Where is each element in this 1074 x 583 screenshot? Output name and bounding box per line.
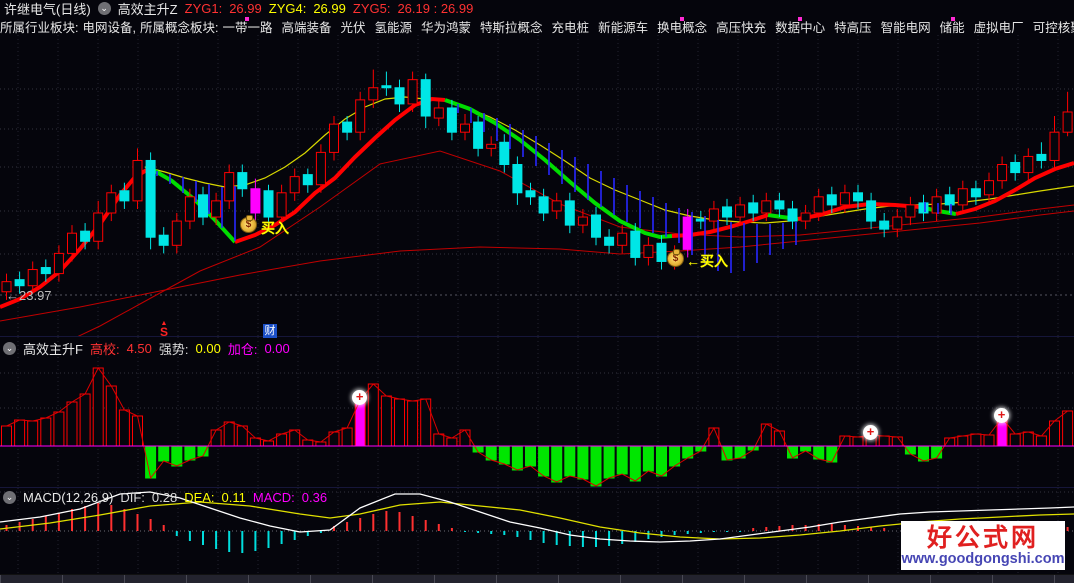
panel2-f1-label: 高校: <box>89 342 120 357</box>
finance-report-flag[interactable]: 财 <box>263 324 277 338</box>
macd-header: ⌄ MACD(12,26,9) DIF: 0.28 DEA: 0.11 MACD… <box>0 490 327 505</box>
sector-tag[interactable]: 充电桩 <box>552 21 590 35</box>
watermark-url[interactable]: www.goodgongshi.com <box>902 551 1065 567</box>
panel2-f2-label: 强势: <box>158 342 189 357</box>
watermark-title: 好公式网 <box>926 523 1039 552</box>
zyg5-value: 26.19 : 26.99 <box>397 1 474 16</box>
concept-tag-list: 一带一路 高端装备 光伏 氢能源 华为鸿蒙 特斯拉概念 充电桩 新能源车 换电概念 高压快充 数据中… <box>222 17 1074 35</box>
watermark-badge[interactable]: 好公式网 www.goodgongshi.com <box>901 521 1065 570</box>
moneybag-icon: $ <box>240 215 257 233</box>
sell-flag-marker: ▲ S <box>160 320 169 339</box>
low-price-label: ←23.97 <box>6 288 52 303</box>
macd-name: MACD(12,26,9) <box>23 490 114 505</box>
sector-tag[interactable]: 高端装备 <box>281 21 331 35</box>
panel2-f2-value: 0.00 <box>195 341 221 356</box>
zyg4-label: ZYG4: <box>268 1 307 16</box>
sector-tag[interactable]: 换电概念 <box>657 21 707 35</box>
sector-tag[interactable]: 一带一路 <box>222 21 272 35</box>
candlestick-canvas[interactable] <box>0 35 1074 336</box>
panel2-f1-value: 4.50 <box>126 341 152 356</box>
buy-signal-label-2: ←买入 <box>686 253 728 269</box>
sector-tag[interactable]: 可控核聚变 <box>1033 21 1074 35</box>
sector-tag[interactable]: 高压快充 <box>716 21 766 35</box>
sector-tag[interactable]: 智能电网 <box>881 21 931 35</box>
sector-tag[interactable]: 特斯拉概念 <box>480 21 543 35</box>
sector-tag[interactable]: 虚拟电厂 <box>974 21 1024 35</box>
main-price-chart[interactable] <box>0 35 1074 337</box>
industry-label: 所属行业板块: <box>0 20 79 35</box>
panel2-f3-value: 0.00 <box>264 341 290 356</box>
indicator-name: 高效主升Z <box>117 2 178 17</box>
sector-tag[interactable]: 储能 <box>940 21 965 35</box>
histogram-canvas[interactable] <box>0 337 1074 487</box>
zyg4-value: 26.99 <box>313 1 346 16</box>
add-position-medal-icon: + <box>994 408 1010 423</box>
sector-tag[interactable]: 数据中心 <box>775 21 825 35</box>
add-position-medal-icon: + <box>863 425 879 440</box>
macd-value-label: MACD: <box>252 490 295 505</box>
sector-tag[interactable]: 华为鸿蒙 <box>421 21 471 35</box>
strength-histogram-panel[interactable]: + + + <box>0 337 1074 488</box>
chevron-down-icon[interactable]: ⌄ <box>3 342 16 355</box>
zyg5-label: ZYG5: <box>352 1 391 16</box>
sector-tags-bar: 所属行业板块: 电网设备, 所属概念板块: 一带一路 高端装备 光伏 氢能源 华为鸿蒙特… <box>0 17 1074 35</box>
sell-flag-letter: S <box>160 325 169 339</box>
concept-label: 所属概念板块: <box>139 20 219 35</box>
buy-signal-label-1: 买入 <box>261 220 289 236</box>
chevron-down-icon[interactable]: ⌄ <box>97 2 111 15</box>
zyg1-value: 26.99 <box>229 1 262 16</box>
dea-value: 0.11 <box>221 490 246 505</box>
dif-label: DIF: <box>120 490 145 505</box>
moneybag-icon: $ <box>667 249 684 267</box>
title-bar: 许继电气(日线) ⌄ 高效主升Z ZYG1: 26.99 ZYG4: 26.99… <box>0 0 1074 17</box>
dea-label: DEA: <box>184 490 215 505</box>
panel2-indicator-name: 高效主升F <box>23 342 83 357</box>
industry-value[interactable]: 电网设备, <box>82 17 135 35</box>
stock-title: 许继电气(日线) <box>4 2 91 17</box>
panel2-header: ⌄ 高效主升F 高校: 4.50 强势: 0.00 加仓: 0.00 <box>0 339 290 358</box>
sector-tag[interactable]: 特高压 <box>834 21 872 35</box>
sector-tag[interactable]: 新能源车 <box>598 21 648 35</box>
macd-value: 0.36 <box>301 490 328 505</box>
zyg1-label: ZYG1: <box>184 1 223 16</box>
sector-tag[interactable]: 光伏 <box>340 21 365 35</box>
sector-tag[interactable]: 氢能源 <box>375 21 413 35</box>
chart-app-window: 许继电气(日线) ⌄ 高效主升Z ZYG1: 26.99 ZYG4: 26.99… <box>0 0 1074 583</box>
panel2-f3-label: 加仓: <box>227 342 258 357</box>
dif-value: 0.28 <box>151 490 178 505</box>
chevron-down-icon[interactable]: ⌄ <box>3 491 16 504</box>
